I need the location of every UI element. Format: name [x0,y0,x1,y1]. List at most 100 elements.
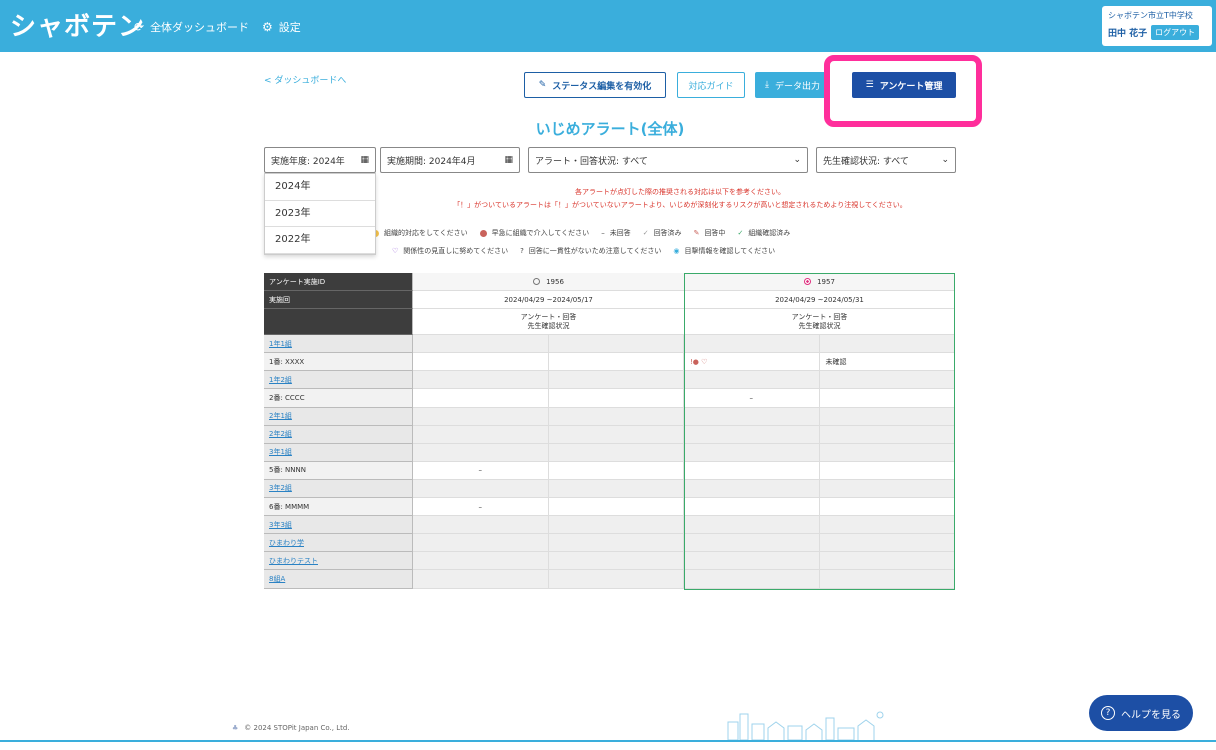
teacher-status-cell[interactable] [819,335,955,354]
teacher-status-cell[interactable] [548,552,684,571]
class-label[interactable]: ひまわりテスト [264,552,413,571]
class-label[interactable]: 3年2組 [264,479,413,499]
survey-1956-header[interactable]: 1956 [413,273,684,292]
survey-cell: – [413,498,684,517]
radio-icon[interactable] [533,278,541,286]
class-label[interactable]: 2年1組 [264,407,413,426]
answer-status-cell[interactable] [413,534,549,553]
answer-status-cell[interactable] [413,371,549,390]
class-link[interactable]: 2年1組 [269,411,292,421]
answer-status-cell[interactable] [413,552,549,571]
alert-status-select[interactable]: アラート・回答状況: すべて ⌄ [528,147,808,173]
answer-status-cell[interactable] [684,570,820,589]
class-link[interactable]: 1年2組 [269,375,292,385]
teacher-status-cell[interactable] [819,570,955,589]
answer-status-cell[interactable] [684,516,820,535]
teacher-status-cell[interactable] [819,443,955,462]
period-select[interactable]: 実施期間: 2024年4月 ▦ [380,147,520,173]
back-to-dashboard-link[interactable]: < ダッシュボードへ [264,73,346,86]
class-link[interactable]: 3年3組 [269,520,292,530]
year-option[interactable]: 2023年 [265,201,375,227]
teacher-status-cell[interactable] [819,425,955,444]
class-link[interactable]: 2年2組 [269,429,292,439]
answer-status-cell[interactable] [413,353,549,372]
answer-status-cell[interactable] [413,389,549,408]
answer-status-cell[interactable] [684,443,820,462]
answer-status-cell[interactable] [684,407,820,426]
class-label[interactable]: 3年1組 [264,443,413,462]
teacher-status-cell[interactable] [819,534,955,553]
logout-button[interactable]: ログアウト [1151,25,1200,40]
class-link[interactable]: 8組A [269,574,285,584]
class-label[interactable]: ひまわり学 [264,534,413,553]
answer-status-cell[interactable]: – [413,498,549,517]
teacher-status-cell[interactable] [548,570,684,589]
teacher-status-cell[interactable] [819,498,955,517]
answer-status-cell[interactable] [684,552,820,571]
guide-button[interactable]: 対応ガイド [677,72,745,98]
edit-status-button[interactable]: ✎ ステータス編集を有効化 [524,72,666,98]
app-logo[interactable]: シャボテン [10,6,145,43]
teacher-status-cell[interactable] [819,407,955,426]
class-link[interactable]: 3年2組 [269,483,292,493]
year-option[interactable]: 2024年 [265,174,375,201]
class-label[interactable]: 1年1組 [264,335,413,354]
export-button[interactable]: ⤓ データ出力 [755,72,827,98]
help-button[interactable]: ? ヘルプを見る [1089,695,1193,731]
class-link[interactable]: 3年1組 [269,447,292,457]
teacher-status-cell[interactable] [548,461,684,480]
teacher-status-select[interactable]: 先生確認状況: すべて ⌄ [816,147,956,173]
answer-status-cell[interactable]: !● ♡ [684,353,820,372]
teacher-status-cell[interactable] [548,353,684,372]
answer-status-cell[interactable] [413,425,549,444]
answer-status-cell[interactable] [684,534,820,553]
answer-status-cell[interactable] [684,479,820,499]
class-link[interactable]: ひまわり学 [269,538,304,548]
teacher-status-cell[interactable] [548,407,684,426]
class-link[interactable]: ひまわりテスト [269,556,318,566]
answer-status-cell[interactable] [413,570,549,589]
class-label[interactable]: 2年2組 [264,425,413,444]
class-label[interactable]: 1年2組 [264,371,413,390]
answer-status-cell[interactable] [413,516,549,535]
check-green-icon: ✓ [737,229,744,237]
answer-status-cell[interactable] [684,425,820,444]
answer-status-cell[interactable] [684,498,820,517]
radio-selected-icon[interactable] [804,278,812,286]
answer-status-cell[interactable] [684,335,820,354]
answer-status-cell[interactable] [684,371,820,390]
teacher-status-cell[interactable] [548,498,684,517]
class-link[interactable]: 1年1組 [269,339,292,349]
teacher-status-cell[interactable] [548,425,684,444]
answer-status-cell[interactable]: – [413,461,549,480]
answer-status-cell[interactable] [413,443,549,462]
teacher-status-cell[interactable] [819,516,955,535]
answer-status-cell[interactable]: – [684,389,820,408]
year-select[interactable]: 実施年度: 2024年 ▦ [264,147,376,173]
teacher-status-cell[interactable] [548,516,684,535]
edit-status-label: ステータス編集を有効化 [552,81,652,92]
class-label[interactable]: 8組A [264,570,413,589]
year-option[interactable]: 2022年 [265,227,375,254]
teacher-status-cell[interactable] [548,389,684,408]
survey-1957-header[interactable]: 1957 [684,273,955,292]
class-label[interactable]: 3年3組 [264,516,413,535]
teacher-status-cell[interactable] [819,389,955,408]
answer-status-cell[interactable] [413,407,549,426]
teacher-status-cell[interactable]: 未確認 [819,353,955,372]
answer-status-cell[interactable] [684,461,820,480]
answer-status-cell[interactable] [413,479,549,499]
teacher-status-cell[interactable] [819,479,955,499]
teacher-status-cell[interactable] [548,371,684,390]
teacher-status-cell[interactable] [548,335,684,354]
teacher-status-cell[interactable] [548,443,684,462]
teacher-status-cell[interactable] [819,371,955,390]
teacher-status-cell[interactable] [819,552,955,571]
teacher-status-cell[interactable] [548,479,684,499]
teacher-status-cell[interactable] [548,534,684,553]
nav-dashboard[interactable]: ⟳ 全体ダッシュボード [134,19,249,35]
answer-status-cell[interactable] [413,335,549,354]
nav-settings[interactable]: ⚙ 設定 [262,19,301,35]
teacher-status-cell[interactable] [819,461,955,480]
question-icon: ? [520,247,524,255]
